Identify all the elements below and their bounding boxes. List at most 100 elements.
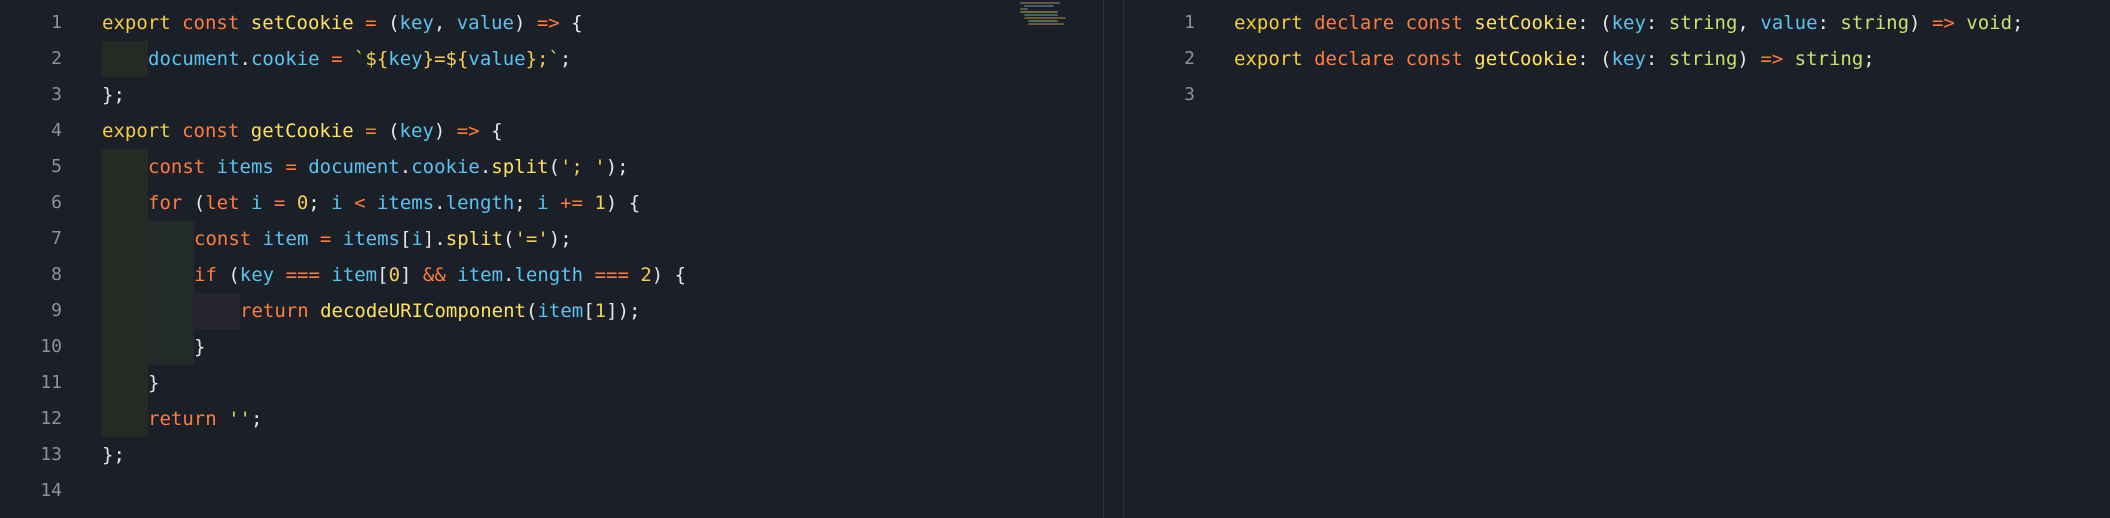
code-line[interactable]: 2 export declare const getCookie: (key: s… — [1125, 41, 2110, 77]
code-token: value — [468, 48, 526, 70]
code-text[interactable]: } — [102, 365, 159, 401]
code-line[interactable]: 11} — [0, 365, 1103, 401]
code-text[interactable]: const items = document.cookie.split('; '… — [102, 149, 629, 185]
code-token: string — [1668, 48, 1738, 70]
code-text[interactable]: }; — [102, 437, 125, 473]
code-line[interactable]: 6 for (let i = 0; i < items.length; i += … — [0, 185, 1103, 221]
code-token: setCookie — [1474, 12, 1578, 34]
code-token: string — [1840, 12, 1910, 34]
code-line[interactable]: 3 — [1125, 77, 2110, 113]
code-text[interactable]: return ''; — [102, 401, 262, 437]
line-number: 2 — [1184, 48, 1195, 69]
code-text[interactable]: export declare const getCookie: (key: st… — [1234, 41, 1875, 77]
code-token: : — [1645, 12, 1669, 34]
code-token: { — [479, 120, 503, 142]
line-number: 4 — [51, 120, 62, 141]
code-line[interactable]: 5 const items = document.cookie.split('; … — [0, 149, 1103, 185]
code-line[interactable]: 4 export const getCookie = (key) => { — [0, 113, 1103, 149]
code-line[interactable]: 13}; — [0, 437, 1103, 473]
code-token: = — [331, 48, 343, 70]
code-line[interactable]: 9 return decodeURIComponent(item[1]); — [0, 293, 1103, 329]
code-token: }=${ — [422, 48, 469, 70]
code-token: }; — [102, 444, 125, 466]
code-token: ( — [548, 156, 560, 178]
code-token: ( — [388, 12, 400, 34]
indent-guide — [102, 221, 148, 257]
code-line[interactable]: 12 return ''; — [0, 401, 1103, 437]
code-token: key — [399, 120, 434, 142]
code-line[interactable]: 2 document.cookie = `${key}=${value};`; — [0, 41, 1103, 77]
code-text[interactable]: export const getCookie = (key) => { — [102, 113, 503, 149]
indent-guide — [148, 257, 194, 293]
code-token: : — [1817, 12, 1841, 34]
code-token: < — [354, 192, 366, 214]
code-token: string — [1794, 48, 1864, 70]
indent-guide — [148, 329, 194, 365]
declaration-editor-pane[interactable]: 1 export declare const setCookie: (key: s… — [1125, 0, 2110, 518]
code-token: . — [434, 192, 446, 214]
code-token: declare — [1314, 12, 1395, 34]
code-token: ( — [502, 228, 515, 250]
indent-guide — [148, 221, 194, 257]
code-text[interactable]: export const setCookie = (key, value) =>… — [102, 5, 583, 41]
code-token: ) — [1909, 12, 1932, 34]
code-token: ) — [513, 12, 537, 34]
code-token: getCookie — [250, 120, 354, 142]
code-text[interactable]: return decodeURIComponent(item[1]); — [102, 293, 640, 329]
code-token: const — [182, 120, 240, 142]
code-token: 2 — [640, 264, 652, 286]
line-number: 3 — [51, 84, 62, 105]
code-text[interactable]: const item = items[i].split('='); — [102, 221, 572, 257]
code-line[interactable]: 1 export const setCookie = (key, value) =… — [0, 5, 1103, 41]
code-token: };` — [525, 48, 560, 70]
code-token: const — [182, 12, 240, 34]
code-area[interactable]: 1 export const setCookie = (key, value) =… — [0, 5, 1103, 509]
code-token: document — [308, 156, 400, 178]
code-text[interactable]: export declare const setCookie: (key: st… — [1234, 5, 2024, 41]
code-token: ); — [548, 228, 572, 250]
code-token: if — [194, 264, 217, 286]
code-line[interactable]: 1 export declare const setCookie: (key: s… — [1125, 5, 2110, 41]
code-text[interactable]: if (key === item[0] && item.length === 2… — [102, 257, 686, 293]
code-text[interactable]: document.cookie = `${key}=${value};`; — [102, 41, 571, 77]
code-token: = — [365, 12, 377, 34]
code-token: const — [1405, 12, 1463, 34]
code-line[interactable]: 7 const item = items[i].split('='); — [0, 221, 1103, 257]
code-line[interactable]: 10} — [0, 329, 1103, 365]
code-text[interactable]: }; — [102, 77, 125, 113]
code-token: const — [194, 228, 252, 250]
code-line[interactable]: 3}; — [0, 77, 1103, 113]
code-token: ( — [526, 300, 538, 322]
code-text[interactable]: } — [102, 329, 205, 365]
line-number: 5 — [51, 156, 62, 177]
code-line[interactable]: 14 — [0, 473, 1103, 509]
code-token: declare — [1314, 48, 1395, 70]
code-area[interactable]: 1 export declare const setCookie: (key: s… — [1125, 5, 2110, 113]
code-token: += — [560, 192, 583, 214]
code-token: ); — [605, 156, 629, 178]
line-number: 2 — [51, 48, 62, 69]
code-text[interactable]: for (let i = 0; i < items.length; i += 1… — [102, 185, 640, 221]
split-divider[interactable] — [1103, 0, 1125, 518]
code-token: ( — [388, 120, 400, 142]
line-number: 3 — [1184, 84, 1195, 105]
code-token: => — [1931, 12, 1955, 34]
source-editor-pane[interactable]: 1 export const setCookie = (key, value) =… — [0, 0, 1103, 518]
line-number: 13 — [40, 444, 62, 465]
code-line[interactable]: 8 if (key === item[0] && item.length === … — [0, 257, 1103, 293]
line-number: 11 — [40, 372, 62, 393]
